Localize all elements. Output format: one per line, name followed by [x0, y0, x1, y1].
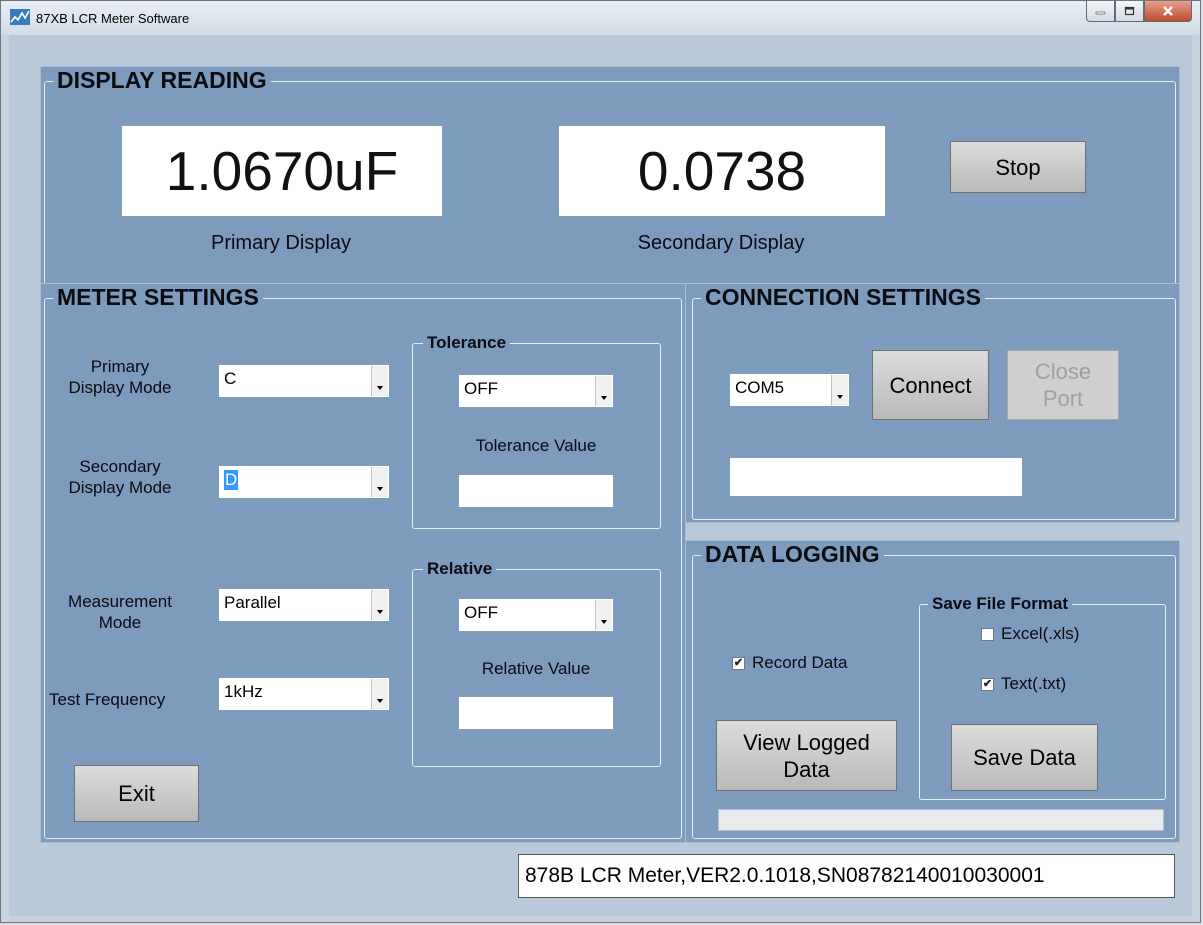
tolerance-select[interactable]: OFF	[458, 374, 614, 408]
text-format-label: Text(.txt)	[1001, 674, 1067, 693]
excel-format-label: Excel(.xls)	[1001, 624, 1080, 643]
measurement-mode-select[interactable]: Parallel	[218, 588, 390, 622]
save-data-button[interactable]: Save Data	[951, 724, 1098, 791]
chevron-down-icon[interactable]	[831, 375, 848, 405]
tolerance-value-input[interactable]	[458, 474, 614, 508]
save-file-format-title: Save File Format	[928, 594, 1073, 614]
connection-settings-title: CONNECTION SETTINGS	[701, 284, 986, 311]
minimize-button[interactable]	[1086, 1, 1115, 22]
checkbox-checked-icon: ✔	[981, 677, 994, 691]
connection-settings-panel: CONNECTION SETTINGS COM5 Connect Close P…	[685, 283, 1180, 523]
record-data-label: Record Data	[752, 653, 848, 672]
data-logging-panel: DATA LOGGING ✔ Record Data View Logged D…	[685, 540, 1180, 843]
tolerance-title: Tolerance	[423, 333, 511, 353]
relative-value-input[interactable]	[458, 696, 614, 730]
secondary-display-mode-value: D	[224, 470, 239, 490]
minimize-icon	[1095, 11, 1106, 15]
chevron-down-icon[interactable]	[371, 679, 388, 709]
stop-button[interactable]: Stop	[950, 141, 1086, 193]
window-title: 87XB LCR Meter Software	[36, 11, 190, 26]
view-logged-data-button[interactable]: View Logged Data	[716, 720, 897, 791]
primary-display-mode-value: C	[224, 369, 237, 388]
relative-value: OFF	[464, 603, 498, 622]
measurement-mode-value: Parallel	[224, 593, 281, 612]
chevron-down-icon[interactable]	[595, 600, 612, 630]
client-area: DISPLAY READING 1.0670uF Primary Display…	[9, 35, 1192, 916]
secondary-display-label: Secondary Display	[637, 232, 805, 254]
record-data-checkbox[interactable]: ✔ Record Data	[732, 653, 847, 673]
exit-button[interactable]: Exit	[74, 765, 199, 822]
checkbox-unchecked-icon	[981, 627, 994, 641]
connect-button[interactable]: Connect	[872, 350, 989, 420]
relative-select[interactable]: OFF	[458, 598, 614, 632]
connection-status-field	[729, 457, 1023, 497]
com-port-select[interactable]: COM5	[729, 373, 850, 407]
chevron-down-icon[interactable]	[371, 467, 388, 497]
chevron-down-icon[interactable]	[371, 366, 388, 396]
device-info-status: 878B LCR Meter,VER2.0.1018,SN08782140010…	[518, 854, 1175, 898]
meter-settings-panel: METER SETTINGS Primary Display Mode C Se…	[40, 283, 686, 843]
secondary-display-mode-select[interactable]: D	[218, 465, 390, 499]
primary-display-value: 1.0670uF	[121, 125, 443, 217]
close-window-button[interactable]	[1144, 1, 1192, 22]
data-logging-title: DATA LOGGING	[701, 541, 884, 568]
display-reading-panel: DISPLAY READING 1.0670uF Primary Display…	[40, 66, 1180, 288]
display-reading-title: DISPLAY READING	[53, 67, 271, 94]
com-port-value: COM5	[735, 378, 785, 397]
secondary-display-value: 0.0738	[558, 125, 886, 217]
checkbox-checked-icon: ✔	[732, 656, 745, 670]
meter-settings-title: METER SETTINGS	[53, 284, 263, 311]
title-bar[interactable]: 87XB LCR Meter Software	[1, 1, 1200, 35]
primary-display-label: Primary Display	[210, 232, 352, 254]
tolerance-value: OFF	[464, 379, 498, 398]
maximize-icon	[1124, 6, 1135, 16]
close-port-button[interactable]: Close Port	[1007, 350, 1119, 420]
primary-display-mode-label: Primary Display Mode	[68, 357, 172, 397]
secondary-display-mode-label: Secondary Display Mode	[68, 457, 172, 497]
test-frequency-value: 1kHz	[224, 682, 263, 701]
text-format-checkbox[interactable]: ✔ Text(.txt)	[981, 674, 1066, 694]
app-icon	[10, 9, 30, 25]
close-icon	[1163, 6, 1173, 16]
relative-value-label: Relative Value	[481, 659, 591, 678]
tolerance-value-label: Tolerance Value	[475, 436, 597, 455]
maximize-button[interactable]	[1115, 1, 1144, 22]
test-frequency-label: Test Frequency	[49, 690, 166, 709]
relative-title: Relative	[423, 559, 497, 579]
chevron-down-icon[interactable]	[595, 376, 612, 406]
test-frequency-select[interactable]: 1kHz	[218, 677, 390, 711]
app-window: 87XB LCR Meter Software DISPLAY READING …	[0, 0, 1201, 923]
excel-format-checkbox[interactable]: Excel(.xls)	[981, 624, 1079, 644]
logging-progress-bar	[718, 809, 1164, 831]
primary-display-mode-select[interactable]: C	[218, 364, 390, 398]
measurement-mode-label: Measurement Mode	[68, 592, 172, 632]
chevron-down-icon[interactable]	[371, 590, 388, 620]
